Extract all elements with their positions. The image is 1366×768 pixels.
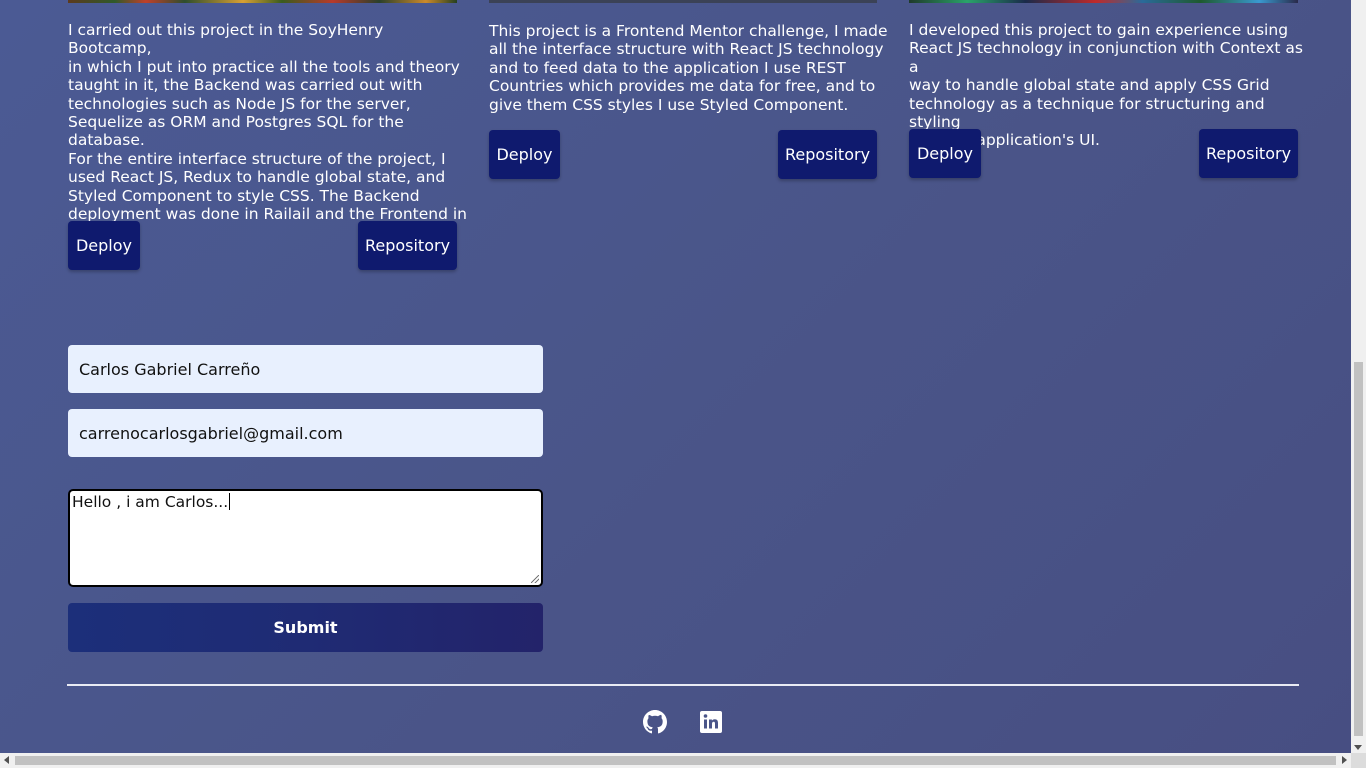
name-field[interactable]: Carlos Gabriel Carreño xyxy=(68,345,543,393)
message-textarea[interactable]: Hello , i am Carlos... xyxy=(68,489,543,587)
deploy-button-3[interactable]: Deploy xyxy=(909,129,981,178)
repository-button-3[interactable]: Repository xyxy=(1199,129,1298,178)
text-caret xyxy=(229,493,231,510)
deploy-button-2[interactable]: Deploy xyxy=(489,130,560,179)
name-field-value: Carlos Gabriel Carreño xyxy=(79,359,261,379)
project-thumbnail-3 xyxy=(909,0,1298,3)
message-textarea-value: Hello , i am Carlos... xyxy=(72,493,229,511)
vertical-scrollbar[interactable] xyxy=(1351,0,1366,753)
project-card-1: I carried out this project in the SoyHen… xyxy=(68,0,467,275)
scroll-left-arrow-icon[interactable] xyxy=(4,756,9,764)
scrollbar-corner xyxy=(1351,753,1366,768)
email-field[interactable]: carrenocarlosgabriel@gmail.com xyxy=(68,409,543,457)
project-description-2: This project is a Frontend Mentor challe… xyxy=(489,22,888,114)
repository-button-2[interactable]: Repository xyxy=(778,130,877,179)
github-icon[interactable] xyxy=(643,710,667,734)
vertical-scrollbar-thumb[interactable] xyxy=(1354,362,1363,736)
project-card-3: I developed this project to gain experie… xyxy=(909,0,1303,185)
page-viewport: I carried out this project in the SoyHen… xyxy=(0,0,1351,753)
scroll-down-arrow-icon[interactable] xyxy=(1354,745,1362,750)
project-thumbnail-1 xyxy=(68,0,457,3)
project-card-2: This project is a Frontend Mentor challe… xyxy=(489,0,888,185)
resize-grip-icon[interactable] xyxy=(531,575,539,583)
project-description-1: I carried out this project in the SoyHen… xyxy=(68,21,467,241)
email-field-value: carrenocarlosgabriel@gmail.com xyxy=(79,423,343,443)
deploy-button-1[interactable]: Deploy xyxy=(68,221,140,270)
horizontal-scrollbar[interactable] xyxy=(0,753,1351,768)
scroll-right-arrow-icon[interactable] xyxy=(1342,756,1347,764)
horizontal-scrollbar-thumb[interactable] xyxy=(15,756,1336,765)
linkedin-icon[interactable] xyxy=(699,710,723,734)
project-thumbnail-2 xyxy=(489,0,877,3)
repository-button-1[interactable]: Repository xyxy=(358,221,457,270)
submit-button[interactable]: Submit xyxy=(68,603,543,652)
footer-divider xyxy=(67,684,1299,686)
